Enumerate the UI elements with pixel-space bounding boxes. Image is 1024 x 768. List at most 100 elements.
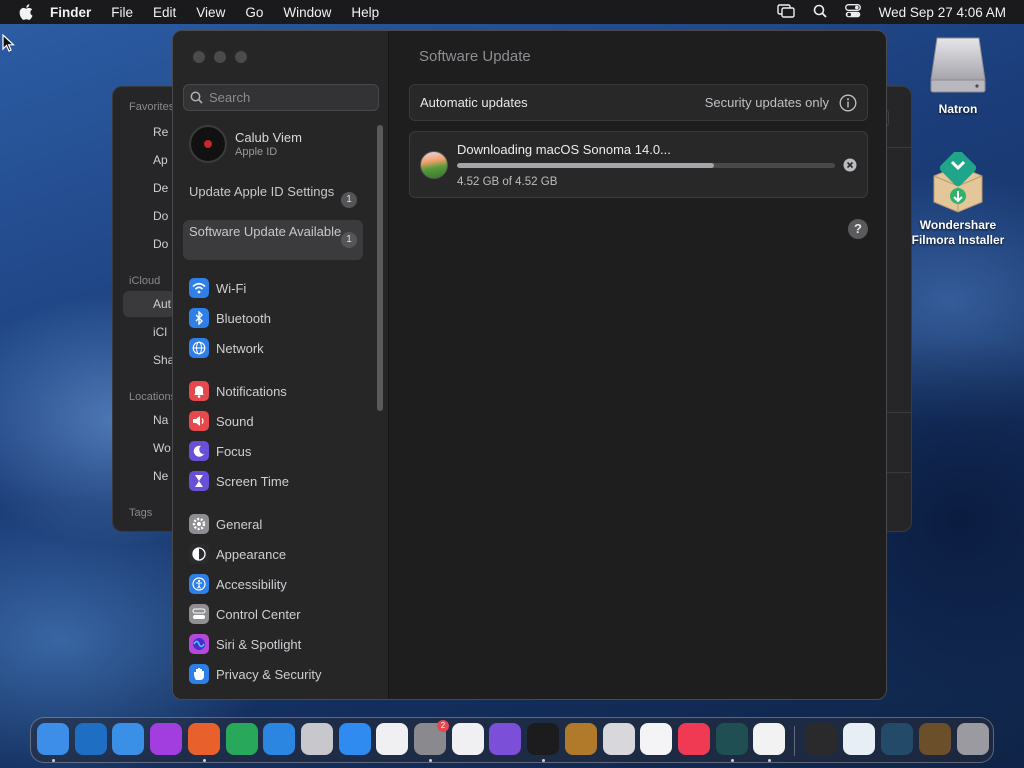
- account-name: Calub Viem: [235, 130, 302, 145]
- finder-sidebar-item[interactable]: Re: [153, 125, 168, 139]
- finder-sidebar-item[interactable]: Do: [153, 237, 168, 251]
- dock-chrome-icon[interactable]: [753, 723, 786, 755]
- sidebar-item-label: Control Center: [216, 606, 301, 622]
- dock-preview-doc-icon[interactable]: [805, 723, 837, 755]
- help-button[interactable]: ?: [848, 219, 868, 239]
- dock-launchpad-icon[interactable]: [602, 723, 635, 755]
- finder-sidebar-item[interactable]: Aut: [153, 297, 171, 311]
- dock-finder-icon[interactable]: [37, 723, 69, 755]
- drive-icon: [930, 37, 986, 93]
- hourglass-icon: [189, 471, 209, 491]
- zoom-window-button[interactable]: [235, 51, 247, 63]
- sidebar-item-network[interactable]: Network: [189, 337, 264, 359]
- finder-sidebar-item[interactable]: Wo: [153, 441, 171, 455]
- dock-doc-window-icon[interactable]: [843, 723, 875, 755]
- sidebar-item-label: Focus: [216, 443, 252, 459]
- sidebar-item-notifications[interactable]: Notifications: [189, 380, 287, 402]
- finder-sidebar-item[interactable]: iCl: [153, 325, 167, 339]
- menu-app-name[interactable]: Finder: [50, 5, 91, 20]
- dock-badge: 2: [437, 720, 449, 732]
- update-apple-id-settings-item[interactable]: Update Apple ID Settings 1: [183, 180, 363, 218]
- dock-running-indicator: [542, 759, 546, 762]
- sidebar-scrollbar[interactable]: [377, 125, 383, 411]
- notice-label: Update Apple ID Settings: [189, 184, 335, 199]
- avatar: [189, 125, 227, 163]
- dock-app-purple-icon[interactable]: [489, 723, 522, 755]
- screen-mirroring-icon[interactable]: [776, 3, 795, 21]
- apple-menu-icon[interactable]: [16, 2, 36, 22]
- dock-safari-icon[interactable]: [112, 723, 145, 755]
- sidebar-item-sound[interactable]: Sound: [189, 410, 254, 432]
- dock-terminal-icon[interactable]: [527, 723, 560, 755]
- sidebar-item-general[interactable]: General: [189, 513, 262, 535]
- info-icon[interactable]: [839, 94, 857, 117]
- bell-icon: [189, 381, 209, 401]
- finder-section-locations: Locations: [129, 391, 177, 403]
- finder-sidebar-item[interactable]: De: [153, 181, 168, 195]
- dock-app-green-icon[interactable]: [225, 723, 258, 755]
- bluetooth-icon: [189, 308, 209, 328]
- dock-running-indicator: [730, 759, 734, 762]
- automatic-updates-row[interactable]: Automatic updates Security updates only: [409, 84, 868, 121]
- system-settings-window[interactable]: Search Calub Viem Apple ID Update Apple …: [172, 30, 887, 700]
- automatic-updates-label: Automatic updates: [420, 95, 528, 110]
- finder-sidebar-item[interactable]: Ne: [153, 469, 168, 483]
- dock-system-settings-icon[interactable]: 2: [414, 720, 449, 755]
- dock-garageband-icon[interactable]: [564, 723, 597, 755]
- menu-bar: Finder File Edit View Go Window Help Wed…: [0, 0, 1024, 24]
- menu-view[interactable]: View: [196, 5, 225, 20]
- sidebar-item-bluetooth[interactable]: Bluetooth: [189, 307, 271, 329]
- sidebar-item-screen-time[interactable]: Screen Time: [189, 470, 289, 492]
- dock-firefox-icon[interactable]: [187, 723, 220, 755]
- settings-search-input[interactable]: Search: [183, 84, 379, 111]
- sidebar-item-control-center[interactable]: Control Center: [189, 603, 301, 625]
- dock-music-icon[interactable]: [677, 723, 710, 755]
- sidebar-item-label: Privacy & Security: [216, 666, 322, 682]
- dock-vscode-icon[interactable]: [74, 723, 107, 755]
- sidebar-item-label: Screen Time: [216, 473, 289, 489]
- dock: 2: [30, 717, 994, 763]
- cancel-download-icon[interactable]: [843, 158, 857, 177]
- desktop-icon-filmora-installer[interactable]: Wondershare Filmora Installer: [908, 149, 1008, 248]
- dock-freeform-icon[interactable]: [376, 723, 409, 755]
- accessibility-icon: [189, 574, 209, 594]
- dock-keynote-icon[interactable]: [263, 723, 296, 755]
- dock-trash-icon[interactable]: [957, 723, 989, 755]
- dock-screen-window-icon[interactable]: [881, 723, 913, 755]
- dock-app-pink-icon[interactable]: [640, 723, 673, 755]
- menu-file[interactable]: File: [111, 5, 133, 20]
- apple-id-account[interactable]: Calub Viem Apple ID: [189, 125, 369, 163]
- dock-desktop-window-icon[interactable]: [919, 723, 951, 755]
- control-center-icon[interactable]: [844, 3, 861, 21]
- desktop-icon-natron[interactable]: Natron: [908, 36, 1008, 117]
- close-window-button[interactable]: [193, 51, 205, 63]
- dock-running-indicator: [429, 759, 432, 762]
- sidebar-item-appearance[interactable]: Appearance: [189, 543, 286, 565]
- sidebar-item-focus[interactable]: Focus: [189, 440, 251, 462]
- speaker-icon: [189, 411, 209, 431]
- sidebar-item-wi-fi[interactable]: Wi-Fi: [189, 277, 246, 299]
- menu-help[interactable]: Help: [351, 5, 379, 20]
- sidebar-item-accessibility[interactable]: Accessibility: [189, 573, 287, 595]
- dock-script-editor-icon[interactable]: [300, 723, 333, 755]
- sidebar-item-siri-spotlight[interactable]: Siri & Spotlight: [189, 633, 301, 655]
- spotlight-search-icon[interactable]: [813, 4, 827, 21]
- menu-bar-clock[interactable]: Wed Sep 27 4:06 AM: [879, 5, 1006, 20]
- software-update-available-item[interactable]: Software Update Available 1: [183, 220, 363, 260]
- menu-edit[interactable]: Edit: [153, 5, 176, 20]
- dock-podcasts-icon[interactable]: [150, 723, 183, 755]
- minimize-window-button[interactable]: [214, 51, 226, 63]
- notification-badge: 1: [341, 192, 357, 208]
- dock-app-store-icon[interactable]: [338, 723, 371, 755]
- menu-go[interactable]: Go: [245, 5, 263, 20]
- finder-sidebar-item[interactable]: Ap: [153, 153, 168, 167]
- gear-icon: [189, 514, 209, 534]
- dock-textedit-icon[interactable]: [451, 723, 484, 755]
- sidebar-item-privacy-security[interactable]: Privacy & Security: [189, 663, 321, 685]
- dock-running-indicator: [202, 759, 206, 762]
- menu-window[interactable]: Window: [283, 5, 331, 20]
- finder-section-tags: Tags: [129, 507, 153, 519]
- finder-sidebar-item[interactable]: Na: [153, 413, 168, 427]
- finder-sidebar-item[interactable]: Do: [153, 209, 168, 223]
- dock-filmora-icon[interactable]: [715, 723, 748, 755]
